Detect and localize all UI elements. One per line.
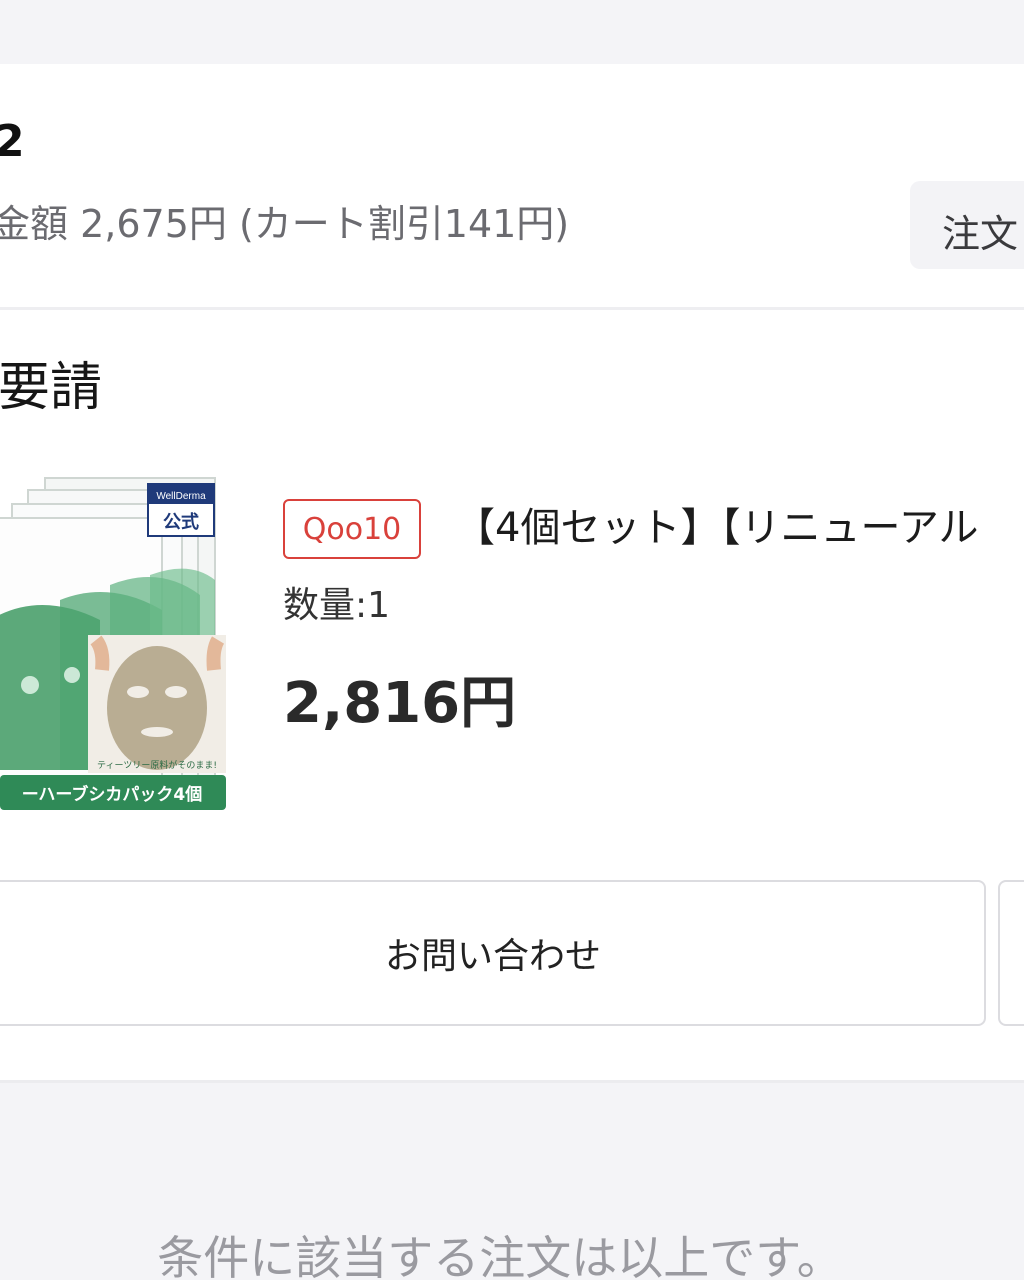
section-divider [0, 307, 1024, 310]
product-quantity: 数量:1 [283, 585, 391, 626]
order-history-page: 2 金額 2,675円 (カート割引141円) 注文 要請 WellDerma [0, 0, 1024, 1280]
order-total-amount: 金額 2,675円 (カート割引141円) [0, 202, 570, 246]
product-name[interactable]: 【4個セット】【リニューアル [455, 504, 978, 552]
product-price: 2,816円 [283, 671, 517, 736]
product-image-art: WellDerma 公式 ティーツリー原料がそのまま! ーハーブシカパック4個 [0, 470, 228, 810]
order-number: 2 [0, 116, 25, 167]
top-spacer [0, 0, 1024, 64]
secondary-action-button[interactable] [998, 880, 1024, 1026]
order-detail-button[interactable]: 注文 [910, 181, 1024, 269]
contact-button[interactable]: お問い合わせ [0, 880, 986, 1026]
brand-text: WellDerma [156, 491, 206, 502]
official-label: 公式 [163, 511, 199, 533]
mask-caption: ティーツリー原料がそのまま! [97, 759, 217, 771]
end-of-list-message: 条件に該当する注文は以上です。 [157, 1231, 843, 1280]
product-thumbnail[interactable]: WellDerma 公式 ティーツリー原料がそのまま! ーハーブシカパック4個 [0, 470, 228, 810]
shop-badge: Qoo10 [283, 499, 421, 559]
order-status-title: 要請 [0, 358, 103, 418]
product-banner-text: ーハーブシカパック4個 [22, 784, 202, 805]
card-bottom-divider [0, 1080, 1024, 1083]
